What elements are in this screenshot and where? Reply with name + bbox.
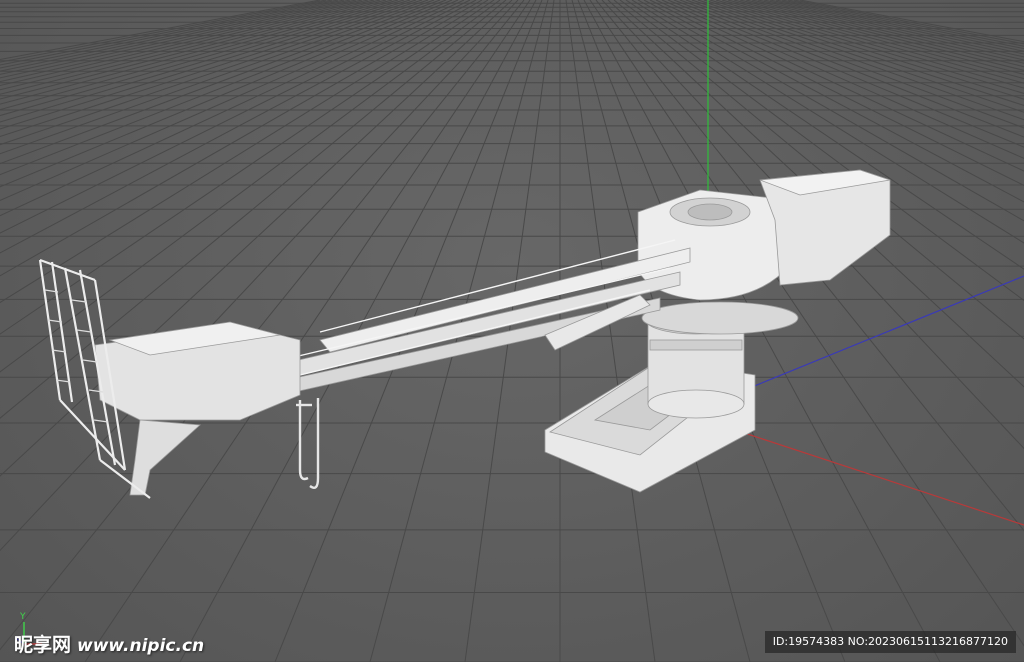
grid-line <box>0 0 327 63</box>
column-bottom <box>647 389 745 419</box>
grid-line <box>739 0 1024 71</box>
gizmo-y-label: Y <box>20 612 26 622</box>
turret-platform <box>641 301 799 335</box>
grid-line <box>0 0 321 61</box>
viewport-scene[interactable] <box>0 0 1024 662</box>
boom-lower <box>289 271 681 376</box>
3d-viewport[interactable]: Y 昵享网 www.nipic.cn ID:19574383 NO:2023061… <box>0 0 1024 662</box>
grid-line <box>787 0 1024 47</box>
grid-line <box>799 0 1024 43</box>
grid-line <box>745 0 1024 68</box>
grid-line <box>757 0 1024 61</box>
watermark-logo: 昵享网 www.nipic.cn <box>14 630 204 657</box>
column-band <box>649 339 743 351</box>
support-arm <box>129 419 201 496</box>
grid-line <box>733 0 1024 75</box>
watermark-site-text: www.nipic.cn <box>77 636 205 656</box>
image-id-bar: ID:19574383 NO:20230615113216877120 <box>764 631 1016 653</box>
turret-hatch-inner <box>687 203 733 221</box>
crane-model[interactable] <box>38 169 891 499</box>
watermark-logo-text: 昵享网 <box>14 634 72 656</box>
x-axis-line <box>719 424 1024 526</box>
grid-line <box>781 0 1024 50</box>
